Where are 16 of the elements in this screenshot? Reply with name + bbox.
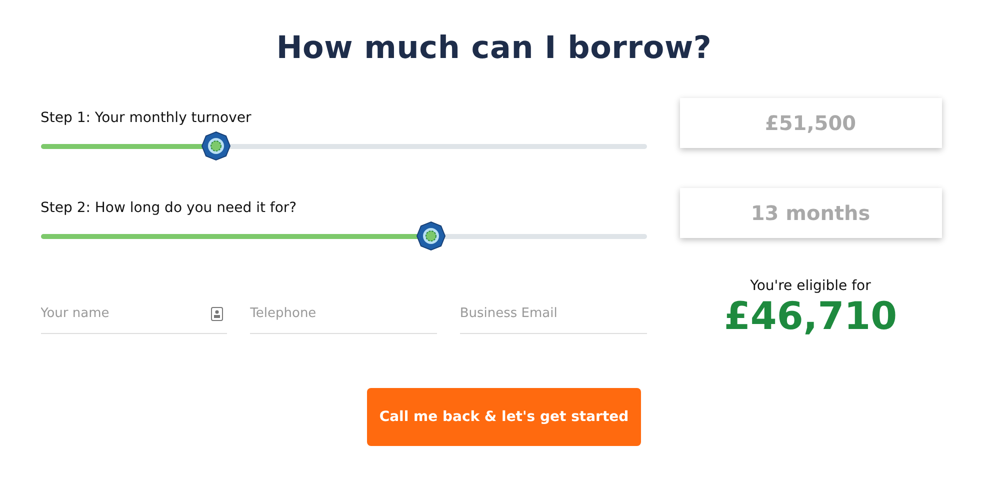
slider-track[interactable] (40, 234, 646, 238)
slider-track[interactable] (40, 144, 646, 148)
page-title: How much can I borrow? (276, 30, 712, 66)
step-label: Step 1: Your monthly turnover (40, 110, 252, 126)
eligible-label: You're eligible for (750, 278, 871, 294)
slider-thumb[interactable] (416, 221, 446, 251)
input-field[interactable]: Business Email (460, 294, 646, 334)
value-display: £51,500 (680, 98, 942, 148)
slider-thumb[interactable] (201, 131, 232, 161)
value-display: 13 months (680, 188, 942, 238)
input-field[interactable]: Your name (40, 294, 228, 334)
call-back-button[interactable]: Call me back & let's get started (367, 388, 641, 446)
eligible-amount: £46,710 (724, 294, 898, 338)
contact-card-icon (211, 307, 224, 321)
step-label: Step 2: How long do you need it for? (40, 200, 298, 216)
input-field[interactable]: Telephone (250, 294, 437, 334)
